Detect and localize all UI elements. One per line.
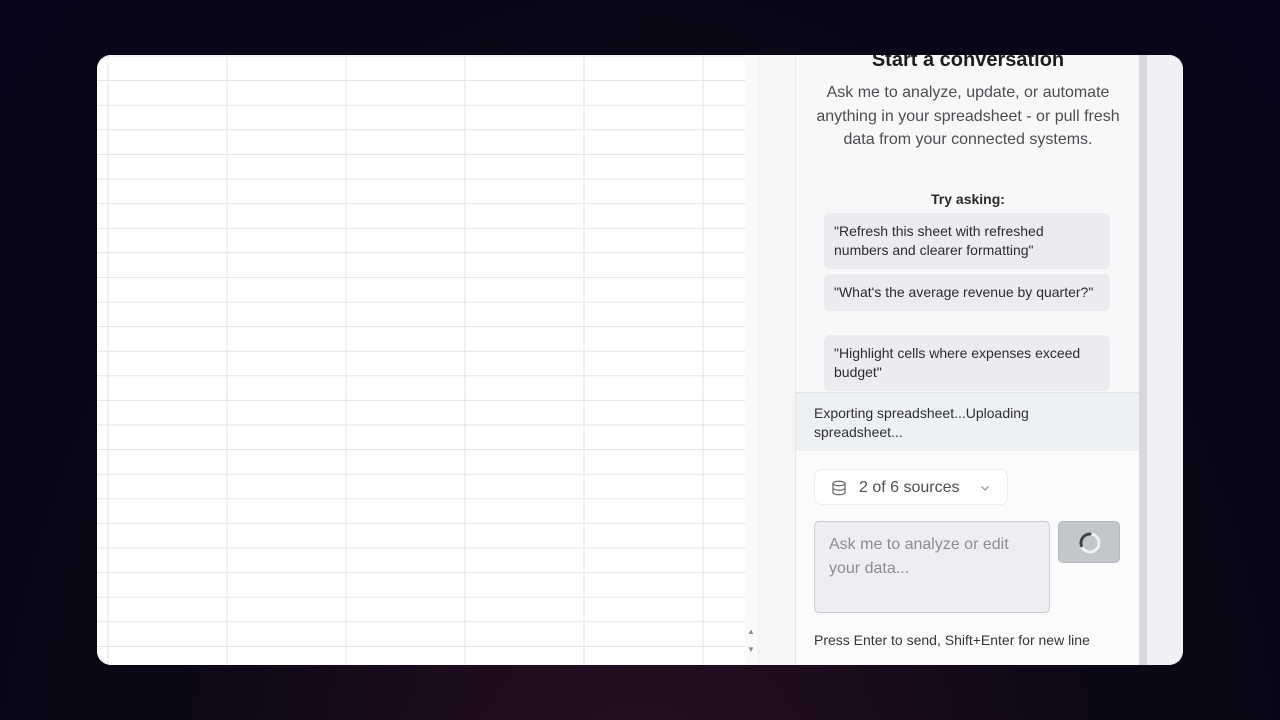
- spreadsheet-gridlines: [97, 55, 745, 665]
- suggestion-refresh-sheet[interactable]: "Refresh this sheet with refreshed numbe…: [824, 213, 1110, 269]
- status-bar: Exporting spreadsheet...Uploading spread…: [796, 392, 1140, 452]
- composer-area: 2 of 6 sources Press Enter to send, Shif…: [796, 451, 1140, 665]
- sources-dropdown[interactable]: 2 of 6 sources: [814, 469, 1008, 505]
- chat-panel: Start a conversation Ask me to analyze, …: [795, 55, 1140, 665]
- loading-spinner-icon: [1079, 532, 1101, 554]
- message-input[interactable]: [815, 522, 1049, 612]
- status-text: Exporting spreadsheet...Uploading spread…: [814, 405, 1029, 440]
- app-window: ▲ ▼ Start a conversation Ask me to analy…: [97, 55, 1183, 665]
- sources-label: 2 of 6 sources: [859, 479, 960, 496]
- panel-description: Ask me to analyze, update, or automate a…: [816, 84, 1120, 148]
- message-input-box[interactable]: [814, 521, 1050, 613]
- scroll-up-arrow-icon[interactable]: ▲: [745, 625, 757, 639]
- panel-scrollbar[interactable]: [1139, 55, 1147, 665]
- chevron-down-icon: [981, 486, 989, 491]
- spreadsheet-grid[interactable]: [97, 55, 745, 665]
- try-asking-label: Try asking:: [931, 191, 1005, 207]
- panel-title: Start a conversation: [871, 55, 1065, 71]
- panel-gutter: [757, 55, 795, 665]
- suggestion-highlight-expenses[interactable]: "Highlight cells where expenses exceed b…: [824, 335, 1110, 391]
- database-icon: [832, 480, 846, 496]
- vertical-scrollbar[interactable]: [745, 55, 757, 665]
- suggestion-average-revenue[interactable]: "What's the average revenue by quarter?": [824, 274, 1110, 311]
- panel-scroll-track: [1139, 55, 1183, 665]
- input-hint: Press Enter to send, Shift+Enter for new…: [814, 632, 1090, 648]
- send-button[interactable]: [1058, 521, 1120, 563]
- scroll-down-arrow-icon[interactable]: ▼: [745, 643, 757, 657]
